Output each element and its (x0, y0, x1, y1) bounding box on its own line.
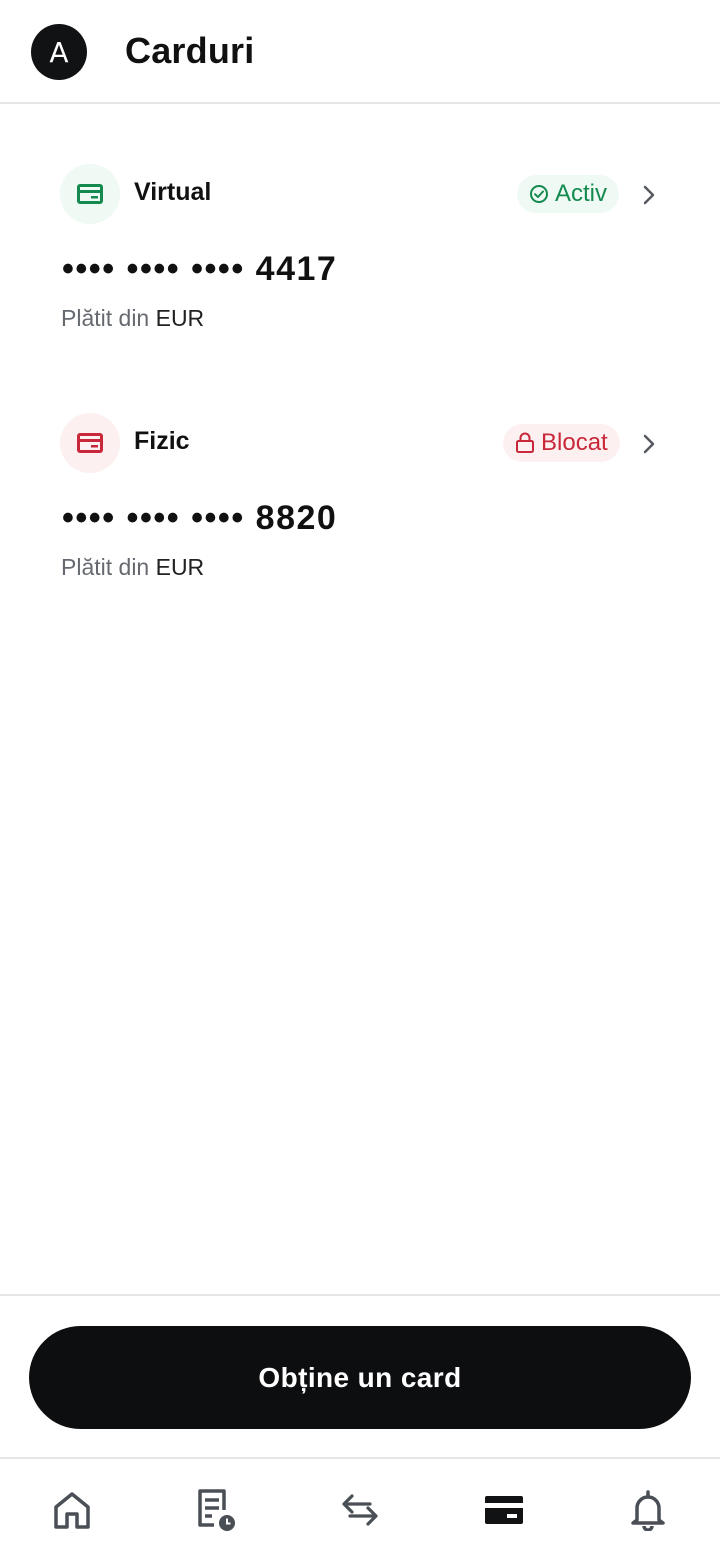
status-label: Activ (555, 180, 608, 207)
bell-icon (631, 1490, 665, 1531)
check-circle-icon (530, 185, 548, 203)
chevron-right-icon (643, 185, 655, 205)
chevron-right-icon (643, 434, 655, 454)
tab-cards[interactable] (432, 1459, 576, 1561)
top-bar: A Carduri (0, 0, 720, 104)
funding-source: Plătit din EUR (61, 554, 204, 581)
card-row-virtual[interactable]: Virtual Activ •••• •••• •••• 4417 Plătit… (60, 162, 660, 342)
funding-prefix: Plătit din (61, 554, 150, 580)
card-icon (60, 413, 120, 473)
funding-currency: EUR (155, 554, 205, 580)
page-title: Carduri (125, 30, 255, 71)
receipt-clock-icon (198, 1489, 235, 1531)
home-icon (54, 1492, 90, 1529)
bottom-tab-bar (0, 1457, 720, 1561)
masked-card-number: •••• •••• •••• 4417 (62, 250, 338, 288)
tab-statements[interactable] (144, 1459, 288, 1561)
card-type-label: Virtual (134, 178, 212, 206)
funding-prefix: Plătit din (61, 305, 150, 331)
lock-icon (516, 432, 534, 453)
cards-screen: A Carduri Virtual Activ •••• •••• •••• 4… (0, 0, 720, 1561)
card-icon (60, 164, 120, 224)
card-icon (485, 1496, 523, 1524)
cta-area: Obține un card (0, 1294, 720, 1458)
card-row-physical[interactable]: Fizic Blocat •••• •••• •••• 8820 Plătit … (60, 411, 660, 591)
tab-transfers[interactable] (288, 1459, 432, 1561)
tab-home[interactable] (0, 1459, 144, 1561)
tab-notifications[interactable] (576, 1459, 720, 1561)
status-badge: Activ (517, 175, 620, 213)
masked-card-number: •••• •••• •••• 8820 (62, 499, 338, 537)
avatar[interactable]: A (31, 24, 87, 80)
arrows-swap-icon (342, 1494, 378, 1526)
funding-source: Plătit din EUR (61, 305, 204, 332)
funding-currency: EUR (155, 305, 205, 331)
status-badge: Blocat (503, 424, 620, 462)
get-card-button[interactable]: Obține un card (29, 1326, 691, 1429)
status-label: Blocat (541, 429, 608, 456)
card-type-label: Fizic (134, 427, 190, 455)
